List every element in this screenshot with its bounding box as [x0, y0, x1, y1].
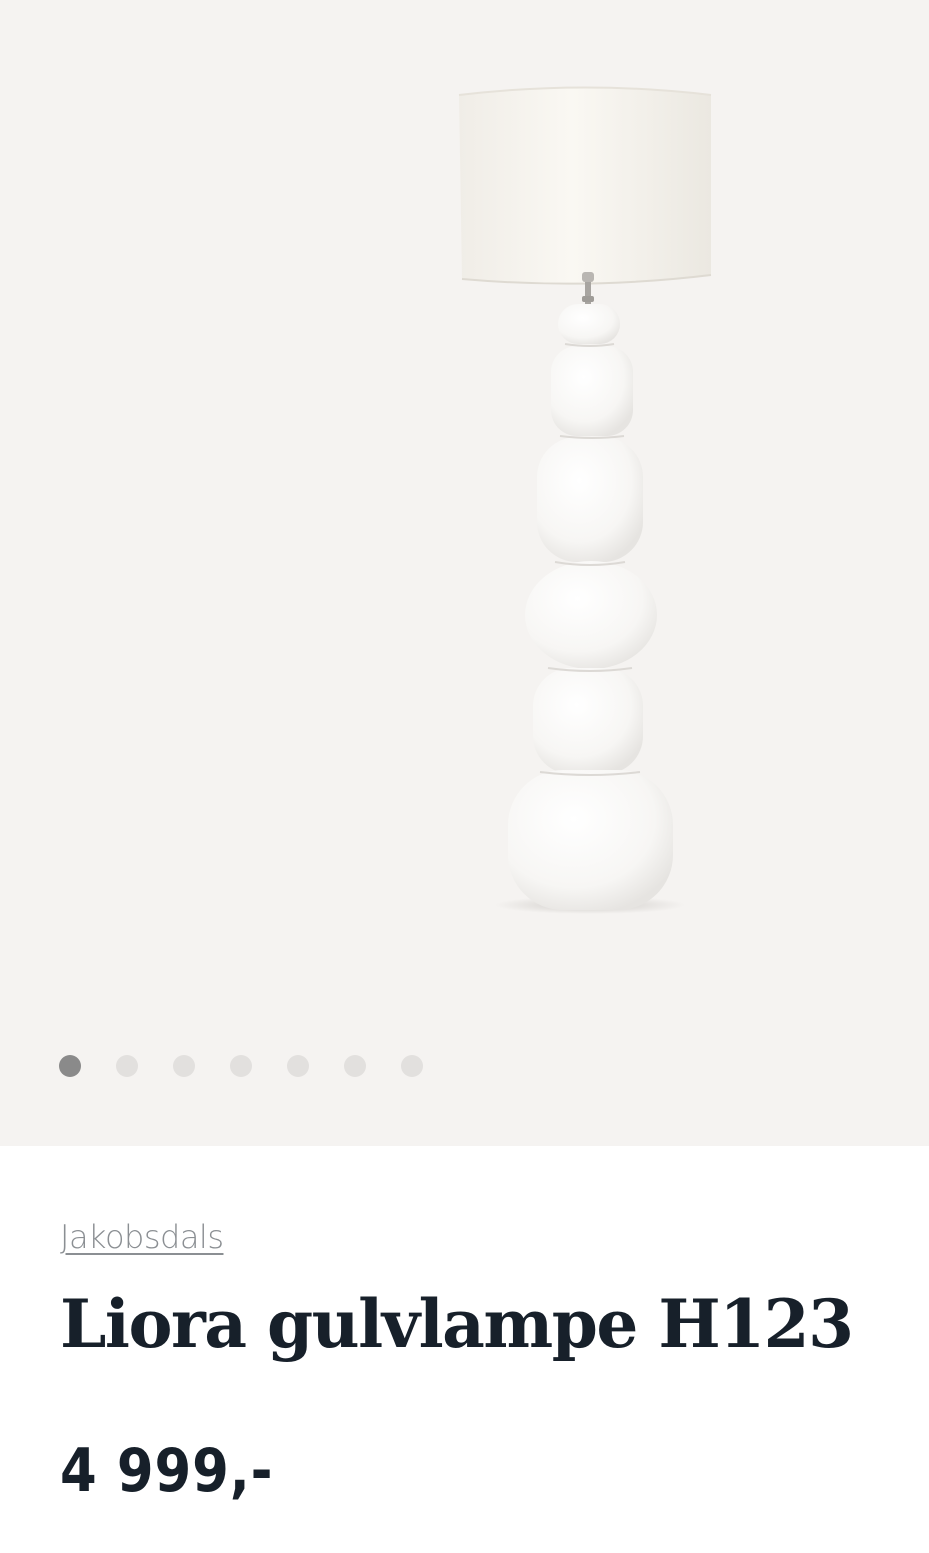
gallery-pagination: [59, 1055, 458, 1077]
gallery-dot-1[interactable]: [59, 1055, 81, 1077]
gallery-dot-7[interactable]: [401, 1055, 423, 1077]
gallery-dot-4[interactable]: [230, 1055, 252, 1077]
brand-link[interactable]: Jakobsdals: [60, 1218, 224, 1256]
gallery-dot-6[interactable]: [344, 1055, 366, 1077]
product-image-gallery[interactable]: [0, 0, 929, 1146]
gallery-dot-2[interactable]: [116, 1055, 138, 1077]
product-image[interactable]: [0, 0, 929, 1000]
gallery-dot-5[interactable]: [287, 1055, 309, 1077]
product-price: 4 999,-: [60, 1436, 274, 1506]
gallery-dot-3[interactable]: [173, 1055, 195, 1077]
product-title: Liora gulvlampe H123: [60, 1285, 854, 1363]
